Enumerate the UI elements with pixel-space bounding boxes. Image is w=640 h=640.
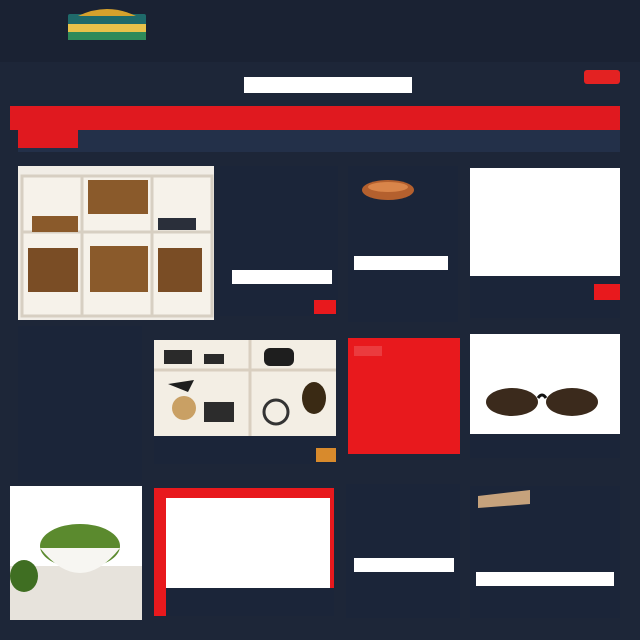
card-button[interactable] xyxy=(314,300,336,314)
card-input[interactable] xyxy=(476,572,614,586)
card-button[interactable] xyxy=(316,448,336,462)
card-input[interactable] xyxy=(354,558,454,572)
sunglasses-image xyxy=(486,388,598,416)
right-top-card[interactable] xyxy=(470,168,620,318)
strip-tag[interactable] xyxy=(18,130,78,148)
shelf-image-card[interactable] xyxy=(18,166,214,320)
header-action-button[interactable] xyxy=(584,70,620,84)
shelf-text-card[interactable] xyxy=(220,166,338,316)
card-image-area xyxy=(470,168,620,276)
bottom-mid-card[interactable] xyxy=(346,484,460,618)
search-input[interactable] xyxy=(244,77,412,93)
shelf-accessories-card[interactable] xyxy=(154,340,336,464)
logo-badge[interactable] xyxy=(66,6,148,42)
accessories-shelf-image xyxy=(154,340,336,436)
bowl-card[interactable] xyxy=(348,166,458,322)
bottom-left-red-card[interactable] xyxy=(154,488,334,616)
sunglasses-card[interactable] xyxy=(470,334,620,458)
card-footer-bar xyxy=(470,434,620,458)
sub-strip xyxy=(18,130,620,152)
card-input[interactable] xyxy=(232,270,332,284)
red-card[interactable] xyxy=(348,338,460,454)
bowl-veggies-card[interactable] xyxy=(10,486,142,620)
green-bowl-image xyxy=(10,524,142,620)
card-button[interactable] xyxy=(594,284,620,300)
basket-shelf-image xyxy=(20,174,214,318)
wood-plank-image xyxy=(478,490,530,508)
bottom-right-card[interactable] xyxy=(470,486,620,618)
wooden-bowl-image xyxy=(362,180,414,200)
red-banner xyxy=(10,106,620,130)
card-white-area xyxy=(166,498,330,588)
blue-text-card[interactable] xyxy=(18,326,142,482)
card-input[interactable] xyxy=(354,256,448,270)
card-tag xyxy=(354,346,382,356)
card-footer-bar xyxy=(166,588,334,616)
